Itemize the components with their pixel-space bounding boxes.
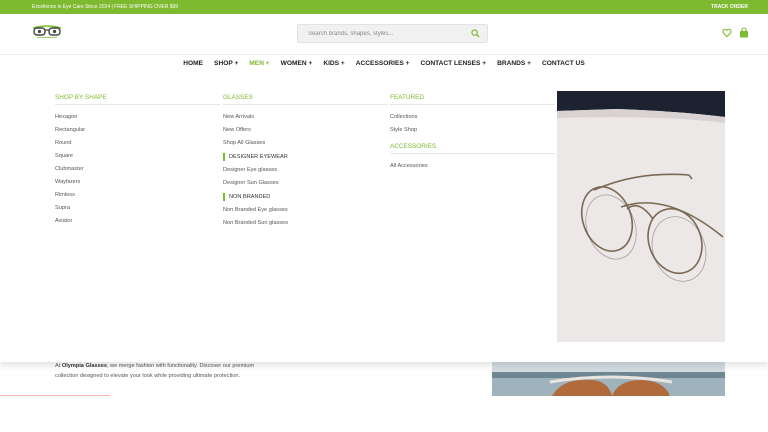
divider — [0, 395, 110, 396]
subheading-designer-eyewear[interactable]: DESIGNER EYEWEAR — [223, 153, 373, 161]
column-heading: GLASSES — [223, 94, 388, 105]
top-promo-bar: Excellence in Eye Care Since 2024 | FREE… — [0, 0, 768, 14]
mega-menu-men: SHOP BY SHAPE Hexagon Rectangular Round … — [0, 74, 768, 362]
menu-item[interactable]: New Offers — [223, 124, 373, 137]
menu-item[interactable]: Rimless — [55, 189, 205, 202]
column-heading: FEATURED — [390, 94, 555, 105]
search-icon[interactable] — [471, 29, 480, 38]
menu-item[interactable]: Rectangular — [55, 124, 205, 137]
column-heading-accessories: ACCESSORIES — [390, 143, 555, 154]
column-heading: SHOP BY SHAPE — [55, 94, 220, 105]
menu-item[interactable]: Wayfarers — [55, 176, 205, 189]
mega-col-glasses: GLASSES New Arrivals New Offers Shop All… — [223, 94, 388, 230]
track-order-link[interactable]: TRACK ORDER — [711, 4, 748, 10]
menu-item[interactable]: Designer Eye glasses — [223, 164, 373, 177]
menu-item[interactable]: Round — [55, 137, 205, 150]
mega-col-shop-by-shape: SHOP BY SHAPE Hexagon Rectangular Round … — [55, 94, 220, 228]
about-prefix: At — [55, 363, 62, 369]
about-brand: Olympia Glasses — [61, 363, 107, 369]
menu-item[interactable]: Square — [55, 150, 205, 163]
menu-item[interactable]: Style Shop — [390, 124, 540, 137]
nav-item-contact-lenses[interactable]: CONTACT LENSES + — [420, 60, 486, 67]
menu-item[interactable]: All Accessories — [390, 160, 540, 173]
sunglasses-image — [492, 362, 725, 396]
menu-item[interactable]: Non Branded Eye glasses — [223, 204, 373, 217]
nav-item-shop[interactable]: SHOP + — [214, 60, 238, 67]
menu-item[interactable]: Hexagon — [55, 111, 205, 124]
menu-item[interactable]: Collections — [390, 111, 540, 124]
nav-item-contact-us[interactable]: CONTACT US — [542, 60, 585, 67]
nav-item-home[interactable]: HOME — [183, 60, 203, 67]
menu-item[interactable]: Non Branded Sun glasses — [223, 217, 373, 230]
subheading-non-branded[interactable]: NON BRANDED — [223, 193, 373, 201]
promo-text: Excellence in Eye Care Since 2024 | FREE… — [32, 4, 179, 10]
menu-item[interactable]: Supra — [55, 202, 205, 215]
nav-item-brands[interactable]: BRANDS + — [497, 60, 531, 67]
menu-item[interactable]: New Arrivals — [223, 111, 373, 124]
nav-item-women[interactable]: WOMEN + — [281, 60, 313, 67]
shopping-bag-icon[interactable] — [739, 27, 749, 38]
main-nav: HOME SHOP + MEN + WOMEN + KIDS + ACCESSO… — [0, 54, 768, 74]
menu-item[interactable]: Designer Sun Glasses — [223, 177, 373, 190]
site-header — [0, 14, 768, 54]
search-input[interactable] — [298, 25, 468, 42]
about-section: At Olympia Glasses, we merge fashion wit… — [0, 362, 768, 432]
menu-item[interactable]: Clubmaster — [55, 163, 205, 176]
glasses-logo-icon[interactable] — [31, 22, 63, 40]
menu-item[interactable]: Shop All Glasses — [223, 137, 373, 150]
mega-col-featured: FEATURED Collections Style Shop ACCESSOR… — [390, 94, 555, 173]
menu-item[interactable]: Aviator — [55, 215, 205, 228]
nav-item-men[interactable]: MEN + — [249, 60, 269, 67]
eyeglasses-promo-image[interactable] — [557, 91, 725, 342]
nav-item-accessories[interactable]: ACCESSORIES + — [356, 60, 410, 67]
nav-item-kids[interactable]: KIDS + — [323, 60, 344, 67]
heart-icon[interactable] — [722, 28, 732, 38]
search-box — [297, 24, 488, 43]
about-text: At Olympia Glasses, we merge fashion wit… — [55, 362, 255, 381]
